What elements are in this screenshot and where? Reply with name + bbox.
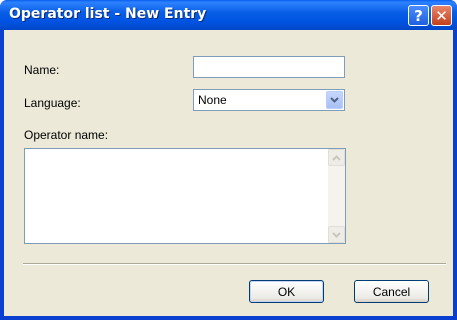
operator-name-label: Operator name:	[24, 128, 109, 142]
dropdown-button[interactable]	[326, 91, 343, 109]
chevron-down-icon	[332, 231, 341, 238]
dialog-window: Operator list - New Entry ? ✕ Name: Lang…	[0, 0, 457, 320]
operator-name-textarea[interactable]	[24, 148, 346, 244]
name-input[interactable]	[193, 56, 345, 78]
chevron-down-icon	[330, 97, 339, 103]
language-label: Language:	[24, 96, 81, 110]
close-button[interactable]: ✕	[431, 5, 452, 26]
window-frame-right	[453, 30, 457, 320]
help-icon: ?	[414, 6, 423, 25]
separator	[23, 263, 446, 265]
vertical-scrollbar[interactable]	[328, 149, 345, 243]
dialog-body: Name: Language: None Operator name: OK C…	[4, 30, 453, 316]
ok-button[interactable]: OK	[249, 280, 324, 303]
scroll-down-button[interactable]	[328, 226, 345, 243]
name-label: Name:	[24, 63, 60, 77]
help-button[interactable]: ?	[408, 5, 429, 26]
scroll-up-button[interactable]	[328, 149, 345, 166]
close-icon: ✕	[435, 6, 448, 25]
title-bar[interactable]: Operator list - New Entry ? ✕	[0, 0, 457, 30]
language-select[interactable]: None	[193, 89, 345, 111]
window-title: Operator list - New Entry	[9, 6, 207, 22]
language-selected-value: None	[198, 93, 227, 107]
chevron-up-icon	[332, 154, 341, 161]
cancel-button[interactable]: Cancel	[354, 280, 429, 303]
window-frame-bottom	[0, 316, 457, 320]
